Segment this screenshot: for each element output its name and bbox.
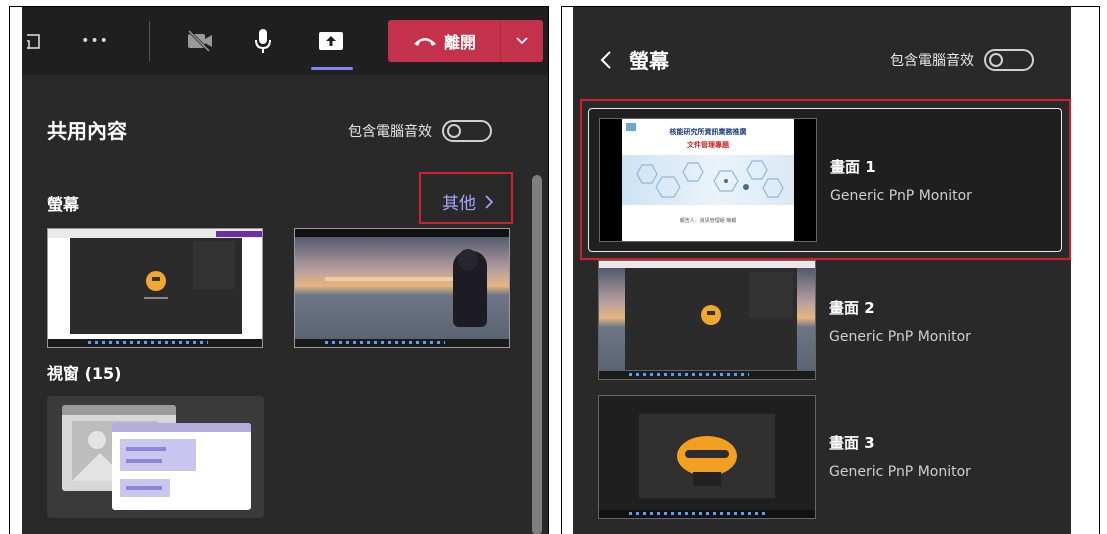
monitor-3-thumbnail (598, 395, 816, 519)
meeting-toolbar: ••• 離開 (22, 7, 548, 75)
more-screens-label: 其他 (442, 194, 476, 214)
share-screen-button[interactable] (308, 7, 354, 75)
monitor-3-type: Generic PnP Monitor (829, 464, 971, 480)
pop-out-icon[interactable] (22, 7, 50, 75)
monitor-3-name: 畫面 3 (829, 434, 875, 452)
slide-subtitle: 文件管理專題 (687, 141, 729, 149)
more-actions-button[interactable]: ••• (70, 7, 120, 75)
camera-off-icon[interactable] (180, 7, 220, 75)
leave-button-group: 離開 (388, 20, 543, 62)
screens-panel: 螢幕 包含電腦音效 核能研究所資訊業務推廣 文件管理專題 報告人：資訊管理組 簡… (573, 7, 1071, 534)
monitor-1-type: Generic PnP Monitor (830, 188, 972, 204)
leave-label: 離開 (443, 33, 476, 52)
monitor-2-thumbnail (598, 260, 816, 380)
microphone-icon[interactable] (248, 7, 278, 75)
screen-thumbnail-1[interactable] (47, 228, 263, 348)
share-content-title: 共用內容 (47, 119, 127, 143)
monitor-option-1[interactable]: 核能研究所資訊業務推廣 文件管理專題 報告人：資訊管理組 簡報 畫面 1 Gen… (588, 108, 1062, 252)
screens-title: 螢幕 (629, 49, 669, 73)
include-audio-toggle-row: 包含電腦音效 (890, 49, 1034, 71)
slide-preview: 核能研究所資訊業務推廣 文件管理專題 報告人：資訊管理組 簡報 (622, 119, 794, 241)
include-audio-label: 包含電腦音效 (348, 124, 432, 140)
leave-options-chevron-icon[interactable] (501, 36, 543, 46)
share-content-panel: ••• 離開 共用內容 包含電腦音效 螢幕 其他 視窗 (15) (22, 7, 548, 534)
back-button[interactable]: 螢幕 (599, 45, 669, 74)
monitor-1-thumbnail: 核能研究所資訊業務推廣 文件管理專題 報告人：資訊管理組 簡報 (599, 118, 817, 242)
share-active-indicator (311, 67, 353, 70)
scrollbar-thumb[interactable] (532, 175, 542, 534)
window-front-illustration (112, 423, 251, 510)
monitor-2-name: 畫面 2 (829, 299, 875, 317)
left-screenshot-frame: ••• 離開 共用內容 包含電腦音效 螢幕 其他 視窗 (15) (9, 6, 549, 534)
toolbar-divider (149, 21, 150, 61)
slide-title: 核能研究所資訊業務推廣 (669, 128, 747, 136)
windows-section-label: 視窗 (15) (47, 364, 122, 383)
more-screens-link[interactable]: 其他 (442, 189, 494, 214)
hang-up-icon (413, 38, 436, 46)
windows-thumbnail[interactable] (47, 396, 264, 518)
monitor-1-name: 畫面 1 (830, 158, 876, 176)
screen-thumbnail-2[interactable] (294, 228, 510, 348)
monitor-2-type: Generic PnP Monitor (829, 329, 971, 345)
include-audio-toggle[interactable] (984, 49, 1034, 71)
slide-footer: 報告人：資訊管理組 簡報 (679, 218, 737, 224)
monitor-option-3[interactable]: 畫面 3 Generic PnP Monitor (588, 395, 1062, 521)
include-audio-toggle-row: 包含電腦音效 (348, 120, 492, 142)
monitor-option-2[interactable]: 畫面 2 Generic PnP Monitor (588, 260, 1062, 386)
leave-button[interactable]: 離開 (388, 29, 500, 53)
chevron-right-icon (485, 194, 494, 209)
screens-section-label: 螢幕 (47, 195, 80, 214)
chevron-left-icon (600, 50, 611, 69)
include-audio-toggle[interactable] (442, 120, 492, 142)
include-audio-label: 包含電腦音效 (890, 53, 974, 69)
right-screenshot-frame: 螢幕 包含電腦音效 核能研究所資訊業務推廣 文件管理專題 報告人：資訊管理組 簡… (561, 6, 1100, 534)
